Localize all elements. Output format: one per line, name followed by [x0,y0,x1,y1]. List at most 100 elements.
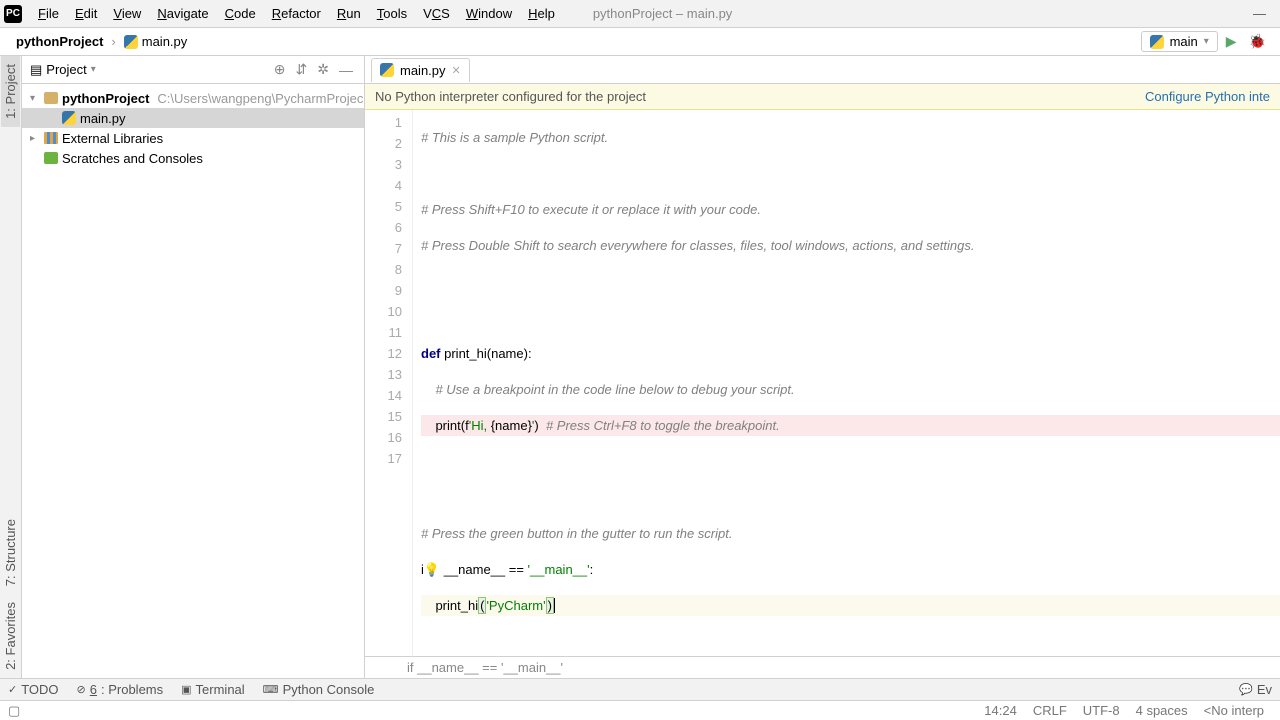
tool-tab-structure[interactable]: 7: Structure [1,511,20,594]
line-number[interactable]: 2 [365,133,402,154]
menu-tools[interactable]: Tools [369,3,415,24]
run-button[interactable]: ▶ [1222,33,1241,50]
line-number[interactable]: 1 [365,112,402,133]
menu-refactor[interactable]: Refactor [264,3,329,24]
intention-bulb-icon[interactable]: 💡 [424,562,440,577]
line-number[interactable]: 11 [365,322,402,343]
tool-tab-problems[interactable]: ⊘6: Problems [77,682,164,697]
menu-window[interactable]: Window [458,3,520,24]
menu-run[interactable]: Run [329,3,369,24]
breadcrumb-scope: if __name__ == '__main__' [407,660,563,675]
tool-window-toggle[interactable]: ▢ [8,703,20,719]
project-tool-title: Project [46,62,86,77]
tree-node-label: Scratches and Consoles [62,151,203,166]
line-number[interactable]: 14 [365,385,402,406]
status-interpreter[interactable]: <No interp [1196,703,1272,718]
code-content[interactable]: # This is a sample Python script. # Pres… [413,110,1280,656]
banner-text: No Python interpreter configured for the… [375,89,646,104]
tool-tab-todo[interactable]: ✓TODO [8,682,59,697]
line-number[interactable]: 5 [365,196,402,217]
menu-navigate[interactable]: Navigate [149,3,216,24]
locate-button[interactable]: ⊕ [271,61,289,78]
tool-tab-event-log[interactable]: 💬Ev [1239,682,1272,697]
bottom-tool-stripe: ✓TODO ⊘6: Problems ▣Terminal ⌨Python Con… [0,678,1280,700]
menu-edit[interactable]: Edit [67,3,105,24]
todo-icon: ✓ [8,683,17,696]
python-file-icon [124,35,138,49]
line-number[interactable]: 4 [365,175,402,196]
python-file-icon [62,111,76,125]
python-icon [1150,35,1164,49]
tree-node-project-root[interactable]: ▾ pythonProject C:\Users\wangpeng\Pychar… [22,88,364,108]
line-number[interactable]: 12 [365,343,402,364]
minimize-button[interactable]: — [1243,6,1276,21]
line-number[interactable]: 16 [365,427,402,448]
status-cursor-position[interactable]: 14:24 [976,703,1025,718]
line-number[interactable]: 15 [365,406,402,427]
line-number[interactable]: 13 [365,364,402,385]
status-line-separator[interactable]: CRLF [1025,703,1075,718]
tool-tab-terminal[interactable]: ▣Terminal [181,682,245,697]
tree-node-label: pythonProject [62,91,149,106]
project-view-selector[interactable]: ▤ Project ▾ [30,62,96,78]
interpreter-banner: No Python interpreter configured for the… [365,84,1280,110]
tool-tab-python-console[interactable]: ⌨Python Console [263,682,375,697]
python-console-icon: ⌨ [263,683,279,696]
project-tree[interactable]: ▾ pythonProject C:\Users\wangpeng\Pychar… [22,84,364,678]
status-bar: ▢ 14:24 CRLF UTF-8 4 spaces <No interp [0,700,1280,720]
expand-all-button[interactable]: ⇵ [293,61,311,78]
expand-icon[interactable]: ▾ [30,93,40,104]
menu-help[interactable]: Help [520,3,563,24]
line-number[interactable]: 10 [365,301,402,322]
chevron-down-icon: ▾ [1204,36,1209,47]
menu-vcs[interactable]: VCS [415,3,458,24]
chevron-right-icon: › [109,34,117,49]
line-number[interactable]: 9 [365,280,402,301]
project-tool-header: ▤ Project ▾ ⊕ ⇵ ✲ — [22,56,364,84]
breadcrumb-project[interactable]: pythonProject [10,32,109,51]
status-encoding[interactable]: UTF-8 [1075,703,1128,718]
line-number[interactable]: 7 [365,238,402,259]
folder-icon [44,92,58,104]
line-number[interactable]: 17 [365,448,402,469]
terminal-icon: ▣ [181,683,191,696]
tree-node-external-libraries[interactable]: ▸ External Libraries [22,128,364,148]
python-file-icon [380,63,394,77]
close-icon[interactable]: ✕ [452,64,461,77]
banner-link[interactable]: Configure Python inte [1145,89,1270,104]
tree-node-path: C:\Users\wangpeng\PycharmProjec [157,91,363,106]
menu-code[interactable]: Code [217,3,264,24]
tree-node-label: main.py [80,111,126,126]
left-tool-stripe: 1: Project 7: Structure 2: Favorites [0,56,22,678]
expand-icon[interactable]: ▸ [30,133,40,144]
status-indent[interactable]: 4 spaces [1128,703,1196,718]
hide-button[interactable]: — [336,62,356,78]
problems-icon: ⊘ [77,683,86,696]
tree-node-label: External Libraries [62,131,163,146]
menu-view[interactable]: View [105,3,149,24]
tool-tab-project[interactable]: 1: Project [1,56,20,127]
main-area: 1: Project 7: Structure 2: Favorites ▤ P… [0,56,1280,678]
run-config-name: main [1170,34,1198,49]
line-number[interactable]: 6 [365,217,402,238]
tool-tab-favorites[interactable]: 2: Favorites [1,594,20,678]
tree-node-main-py[interactable]: main.py [22,108,364,128]
chevron-down-icon: ▾ [91,64,96,75]
event-log-icon: 💬 [1239,683,1253,696]
breadcrumb-file[interactable]: main.py [118,32,194,51]
run-config-selector[interactable]: main ▾ [1141,31,1218,52]
window-title: pythonProject – main.py [593,6,732,21]
editor-tab-main-py[interactable]: main.py ✕ [371,58,470,82]
line-number[interactable]: 8 [365,259,402,280]
settings-button[interactable]: ✲ [314,61,332,78]
tree-node-scratches[interactable]: Scratches and Consoles [22,148,364,168]
menubar: PC File Edit View Navigate Code Refactor… [0,0,1280,28]
debug-button[interactable]: 🐞 [1245,33,1270,50]
editor-gutter[interactable]: 1 2 3 4 5 6 7 8 9 10 11 12 13 14 15 16 1… [365,110,413,656]
navigation-bar: pythonProject › main.py main ▾ ▶ 🐞 [0,28,1280,56]
code-editor[interactable]: 1 2 3 4 5 6 7 8 9 10 11 12 13 14 15 16 1… [365,110,1280,656]
scratch-icon [44,152,58,164]
menu-file[interactable]: File [30,3,67,24]
line-number[interactable]: 3 [365,154,402,175]
editor-breadcrumb[interactable]: if __name__ == '__main__' [365,656,1280,678]
